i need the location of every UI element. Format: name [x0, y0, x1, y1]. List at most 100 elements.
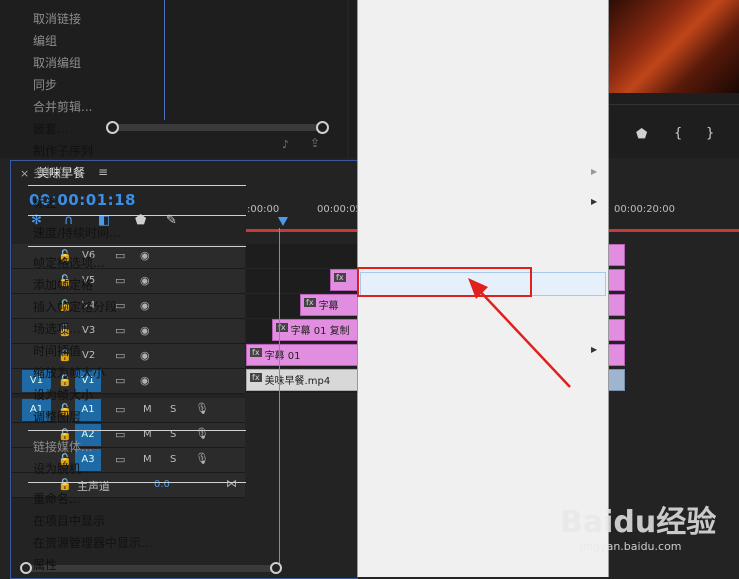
menu-item-set-to-frame-size[interactable]: 设为帧大小: [33, 386, 93, 403]
clip[interactable]: [607, 344, 625, 366]
annotation-arrow: [468, 278, 571, 388]
menu-item-synchronize[interactable]: 同步: [33, 76, 57, 93]
source-zoom-scrollbar[interactable]: [106, 121, 329, 134]
add-marker-icon[interactable]: ⬟: [636, 127, 647, 142]
clip[interactable]: [607, 319, 625, 341]
microphone-icon[interactable]: 🎙: [195, 452, 209, 465]
panel-menu-icon[interactable]: ≡: [98, 165, 108, 179]
clip[interactable]: [607, 269, 625, 291]
watermark-url: jingyan.baidu.com: [580, 540, 682, 553]
menu-item-link-media[interactable]: 链接媒体...: [33, 438, 92, 455]
menu-item-add-frame-hold[interactable]: 添加帧定格: [33, 276, 93, 293]
menu-item-multicam[interactable]: 多机位: [33, 164, 69, 181]
sync-lock-icon[interactable]: ▭: [115, 403, 125, 416]
panel-divider: [349, 0, 357, 158]
menu-separator: [28, 185, 246, 186]
video-clip[interactable]: fx 美味早餐.mp4: [246, 369, 358, 391]
clip[interactable]: [607, 244, 625, 266]
ruler-label: 00:00:20:00: [614, 204, 676, 215]
close-tab-icon[interactable]: ×: [20, 167, 29, 180]
menu-separator: [28, 482, 246, 483]
ruler-label: :00:00: [247, 204, 280, 215]
program-video-frame: [608, 0, 739, 93]
menu-item-group[interactable]: 编组: [33, 32, 57, 49]
microphone-icon[interactable]: 🎙: [195, 427, 209, 440]
menu-item-merge-clips[interactable]: 合并剪辑...: [33, 98, 92, 115]
submenu-arrow-icon: ▶: [591, 167, 598, 176]
go-to-end-icon[interactable]: ⋈: [226, 477, 237, 490]
fx-badge: fx: [250, 348, 262, 357]
scroll-handle-right[interactable]: [316, 121, 329, 134]
mark-out-icon[interactable]: }: [706, 126, 714, 141]
clip-title: 字幕 01 复制: [290, 326, 350, 337]
sync-lock-icon[interactable]: ▭: [115, 349, 125, 362]
clip-title: 字幕 01: [264, 351, 301, 362]
eye-icon[interactable]: ◉: [140, 274, 150, 287]
track-name: V3: [82, 325, 96, 336]
video-clip[interactable]: [607, 369, 625, 391]
export-frame-icon[interactable]: ⇪: [310, 136, 320, 150]
microphone-icon[interactable]: 🎙: [195, 402, 209, 415]
eye-icon[interactable]: ◉: [140, 374, 150, 387]
clip[interactable]: fx: [330, 269, 358, 291]
playhead-line: [279, 228, 280, 568]
scroll-handle-left[interactable]: [106, 121, 119, 134]
menu-item-make-offline[interactable]: 设为脱机...: [33, 460, 92, 477]
sync-lock-icon[interactable]: ▭: [115, 274, 125, 287]
clip-title: 字幕: [318, 301, 339, 312]
clip[interactable]: fx 字幕 01: [246, 344, 358, 366]
menu-item-reveal-in-explorer[interactable]: 在资源管理器中显示...: [33, 534, 152, 551]
menu-item-label[interactable]: 标签: [33, 194, 57, 211]
menu-item-frame-hold-options[interactable]: 帧定格选项...: [33, 254, 104, 271]
menu-item-rename[interactable]: 重命名...: [33, 490, 80, 507]
clip-title: 美味早餐.mp4: [264, 376, 331, 387]
menu-item-properties[interactable]: 属性: [33, 556, 57, 573]
menu-item-scale-to-frame-size[interactable]: 缩放为帧大小: [33, 364, 105, 381]
mute-button[interactable]: M: [143, 404, 152, 415]
program-timebar: [608, 104, 739, 105]
clip[interactable]: [607, 294, 625, 316]
menu-separator: [28, 430, 246, 431]
clip[interactable]: fx 字幕 01 复制: [272, 319, 358, 341]
eye-icon[interactable]: ◉: [140, 349, 150, 362]
audio-icon[interactable]: ♪: [282, 138, 289, 151]
menu-item-time-interpolation[interactable]: 时间插值: [33, 342, 81, 359]
sync-lock-icon[interactable]: ▭: [115, 249, 125, 262]
fx-badge: fx: [276, 323, 288, 332]
menu-item-insert-frame-hold-segment[interactable]: 插入帧定格分段: [33, 298, 117, 315]
menu-item-nest[interactable]: 嵌套...: [33, 120, 68, 137]
mark-in-icon[interactable]: {: [674, 126, 682, 141]
eye-icon[interactable]: ◉: [140, 324, 150, 337]
timeline-scrollbar[interactable]: [20, 562, 282, 574]
menu-item-make-subsequence[interactable]: 制作子序列: [33, 142, 93, 159]
track-name: V2: [82, 350, 96, 361]
menu-item-adjustment-layer[interactable]: 调整图层: [33, 408, 81, 425]
solo-button[interactable]: S: [170, 404, 176, 415]
submenu-arrow-icon: ▶: [591, 197, 598, 206]
scroll-handle-left[interactable]: [20, 562, 32, 574]
menu-item-field-options[interactable]: 场选项...: [33, 320, 80, 337]
menu-item-speed-duration[interactable]: 速度/持续时间...: [33, 224, 121, 241]
sync-lock-icon[interactable]: ▭: [115, 324, 125, 337]
master-volume-value[interactable]: 0.0: [154, 479, 170, 490]
source-playhead-line: [164, 0, 165, 120]
eye-icon[interactable]: ◉: [140, 249, 150, 262]
fx-badge: fx: [304, 298, 316, 307]
clip[interactable]: fx 字幕: [300, 294, 358, 316]
menu-item-reveal-in-project[interactable]: 在项目中显示: [33, 512, 105, 529]
sync-lock-icon[interactable]: ▭: [115, 453, 125, 466]
ruler-label: 00:00:05: [317, 204, 362, 215]
fx-badge: fx: [250, 373, 262, 382]
menu-separator: [28, 215, 246, 216]
master-track-label: 主声道: [77, 480, 110, 493]
menu-item-ungroup[interactable]: 取消编组: [33, 54, 81, 71]
eye-icon[interactable]: ◉: [140, 299, 150, 312]
track-lane-v6[interactable]: [246, 244, 357, 269]
sync-lock-icon[interactable]: ▭: [115, 374, 125, 387]
fx-badge: fx: [334, 273, 346, 282]
scroll-handle-right[interactable]: [270, 562, 282, 574]
playhead[interactable]: [278, 217, 288, 226]
menu-item-unlink[interactable]: 取消链接: [33, 10, 81, 27]
mute-button[interactable]: M: [143, 454, 152, 465]
solo-button[interactable]: S: [170, 454, 176, 465]
